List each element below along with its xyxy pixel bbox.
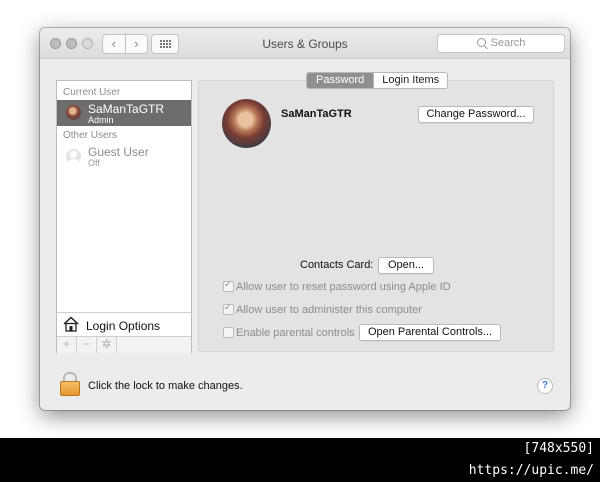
gear-icon[interactable]: ✲ bbox=[97, 337, 117, 353]
add-remove-bar: + − ✲ bbox=[57, 336, 191, 353]
user-role: Off bbox=[88, 158, 100, 168]
login-options-label: Login Options bbox=[86, 319, 161, 333]
checkbox-label-parental-controls: Enable parental controls bbox=[236, 327, 355, 339]
preferences-window: ‹ › Users & Groups Search Current User S… bbox=[40, 28, 570, 410]
open-parental-controls-button[interactable]: Open Parental Controls... bbox=[359, 324, 501, 341]
login-options-item[interactable]: Login Options bbox=[57, 312, 191, 337]
other-users-header: Other Users bbox=[63, 130, 117, 141]
search-field[interactable]: Search bbox=[437, 34, 565, 53]
checkbox-reset-password[interactable] bbox=[223, 279, 234, 292]
user-role: Admin bbox=[88, 115, 114, 125]
checkbox-label-reset-password: Allow user to reset password using Apple… bbox=[236, 281, 451, 293]
add-user-button[interactable]: + bbox=[57, 337, 77, 353]
lock-message: Click the lock to make changes. bbox=[88, 380, 243, 392]
watermark-text: [748x550] https://upic.me/ bbox=[412, 438, 600, 478]
guest-avatar-icon bbox=[66, 149, 81, 164]
help-button[interactable]: ? bbox=[537, 378, 553, 394]
remove-user-button[interactable]: − bbox=[77, 337, 97, 353]
checkbox-administer[interactable] bbox=[223, 302, 234, 315]
house-icon bbox=[63, 316, 79, 332]
current-user-header: Current User bbox=[63, 87, 121, 98]
tab-login-items[interactable]: Login Items bbox=[373, 73, 448, 88]
sidebar-item-current-user[interactable]: SaManTaGTR Admin bbox=[57, 100, 191, 126]
lock-icon[interactable] bbox=[60, 372, 80, 396]
user-name: SaManTaGTR bbox=[88, 102, 165, 116]
user-avatar bbox=[66, 105, 81, 120]
title-bar: ‹ › Users & Groups Search bbox=[40, 28, 570, 59]
contacts-card-label: Contacts Card: bbox=[300, 259, 374, 271]
search-icon bbox=[476, 38, 486, 47]
user-name: Guest User bbox=[88, 145, 149, 159]
open-contacts-button[interactable]: Open... bbox=[378, 257, 434, 274]
tab-password[interactable]: Password bbox=[307, 73, 374, 88]
users-sidebar: Current User SaManTaGTR Admin Other User… bbox=[56, 80, 192, 353]
sidebar-item-guest-user[interactable]: Guest User Off bbox=[57, 143, 191, 169]
checkbox-label-administer: Allow user to administer this computer bbox=[236, 304, 422, 316]
user-picture[interactable] bbox=[222, 99, 271, 148]
account-name: SaManTaGTR bbox=[281, 108, 352, 120]
checkbox-parental-controls[interactable] bbox=[223, 327, 234, 338]
tab-bar: Password Login Items bbox=[306, 72, 449, 89]
change-password-button[interactable]: Change Password... bbox=[418, 106, 534, 123]
window-footer: Click the lock to make changes. ? bbox=[40, 358, 570, 410]
search-placeholder: Search bbox=[490, 37, 526, 49]
